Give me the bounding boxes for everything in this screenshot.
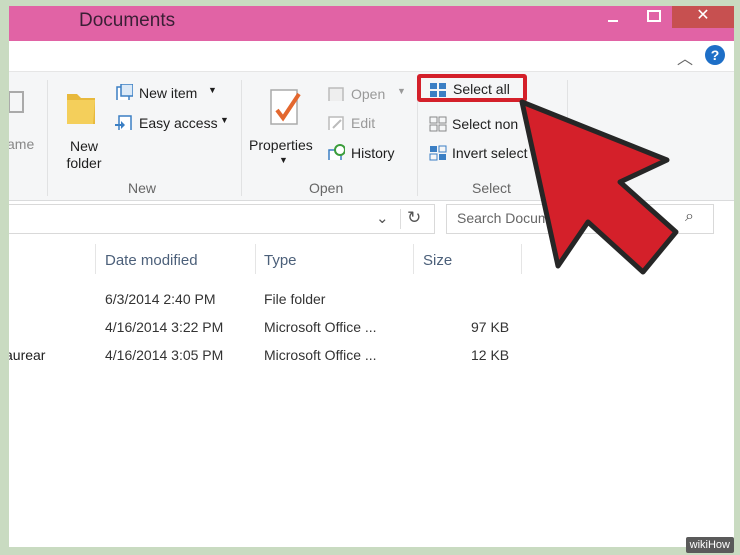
watermark: wikiHow bbox=[685, 537, 734, 553]
pointer-arrow-icon bbox=[519, 99, 679, 275]
